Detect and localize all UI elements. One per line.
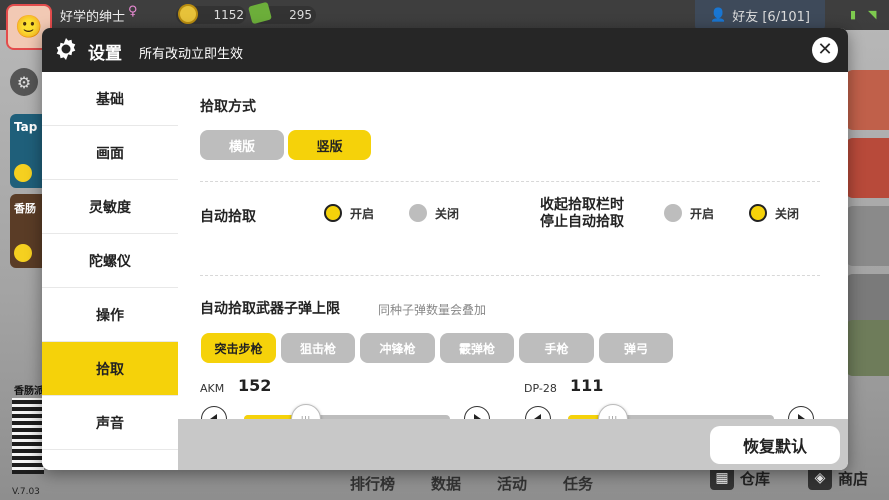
ammo-limit-title: 自动拾取武器子弹上限 — [200, 301, 340, 317]
weapon-value-akm: 152 — [238, 376, 272, 395]
cash-count: 295 — [289, 8, 312, 22]
section-divider — [200, 181, 820, 182]
reset-defaults-button[interactable]: 恢复默认 — [710, 426, 840, 464]
radio-checked-icon — [324, 204, 342, 222]
stop-auto-pickup-on-label: 开启 — [690, 206, 715, 221]
character-portrait-5 — [845, 320, 889, 376]
sidebar-item-sound[interactable]: 声音 — [42, 396, 178, 450]
settings-modal: 设置 所有改动立即生效 ✕ 基础 画面 灵敏度 陀螺仪 操作 拾取 声音 拾取方… — [42, 28, 848, 470]
sidebar-item-sensitivity[interactable]: 灵敏度 — [42, 180, 178, 234]
modal-subtitle: 所有改动立即生效 — [139, 47, 244, 62]
character-portrait-3 — [845, 206, 889, 266]
settings-gear-icon — [56, 38, 76, 60]
wifi-icon: ◥ — [868, 8, 877, 21]
player-name: 好学的绅士 — [60, 10, 126, 25]
modal-header: 设置 所有改动立即生效 ✕ — [42, 28, 848, 72]
character-portrait-1 — [845, 70, 889, 130]
character-portrait-2 — [845, 138, 889, 198]
shop-label: 商店 — [838, 469, 869, 488]
sausage-card-play-icon[interactable] — [14, 244, 32, 262]
stop-auto-pickup-title-line1: 收起拾取栏时 — [540, 197, 624, 213]
side-settings-gear-icon[interactable]: ⚙ — [10, 68, 38, 96]
stop-auto-pickup-on-radio[interactable]: 开启 — [664, 204, 714, 222]
gender-icon: ♀ — [128, 4, 138, 19]
taptap-card-play-icon[interactable] — [14, 164, 32, 182]
sidebar-item-gyroscope[interactable]: 陀螺仪 — [42, 234, 178, 288]
qr-code — [12, 398, 44, 474]
ammo-limit-hint: 同种子弹数量会叠加 — [378, 303, 487, 317]
weapon-name-akm: AKM — [200, 382, 225, 395]
stop-auto-pickup-off-radio[interactable]: 关闭 — [749, 204, 799, 222]
friends-icon: 👤 — [710, 7, 727, 23]
stop-auto-pickup-title-line2: 停止自动拾取 — [540, 214, 624, 230]
auto-pickup-on-label: 开启 — [350, 206, 375, 221]
modal-title: 设置 — [88, 44, 122, 64]
sausage-card-label: 香肠 — [14, 202, 36, 215]
friends-label: 好友 [6/101] — [732, 9, 810, 25]
pickup-mode-horizontal-option[interactable]: 横版 — [200, 130, 284, 160]
qr-label: 香肠派 — [14, 386, 44, 397]
nav-leaderboard[interactable]: 排行榜 — [350, 473, 395, 494]
modal-footer: 恢复默认 — [178, 419, 848, 470]
ammo-category-shotgun[interactable]: 霰弹枪 — [440, 333, 514, 363]
coin-icon — [178, 4, 198, 24]
pickup-mode-vertical-option[interactable]: 竖版 — [288, 130, 371, 160]
settings-sidebar: 基础 画面 灵敏度 陀螺仪 操作 拾取 声音 — [42, 72, 178, 470]
ammo-category-pistol[interactable]: 手枪 — [519, 333, 594, 363]
version-label: V.7.03 — [12, 487, 40, 497]
battery-icon: ▮ — [850, 8, 857, 21]
nav-stats[interactable]: 数据 — [431, 473, 461, 494]
friends-button[interactable]: 👤 好友 [6/101] — [695, 0, 825, 30]
sidebar-item-controls[interactable]: 操作 — [42, 288, 178, 342]
nav-events[interactable]: 活动 — [497, 473, 527, 494]
nav-tasks[interactable]: 任务 — [563, 473, 593, 494]
settings-content: 拾取方式 横版 竖版 自动拾取 开启 关闭 收起拾取栏时 停止自动拾取 开启 关… — [178, 72, 848, 434]
ammo-category-smg[interactable]: 冲锋枪 — [360, 333, 435, 363]
warehouse-label: 仓库 — [740, 469, 771, 488]
close-icon: ✕ — [817, 39, 833, 60]
auto-pickup-on-radio[interactable]: 开启 — [324, 204, 374, 222]
ammo-category-sniper[interactable]: 狙击枪 — [281, 333, 355, 363]
radio-unchecked-icon — [409, 204, 427, 222]
pickup-mode-title: 拾取方式 — [200, 99, 256, 115]
weapon-name-dp28: DP-28 — [524, 382, 557, 395]
sidebar-item-pickup[interactable]: 拾取 — [42, 342, 178, 396]
section-divider — [200, 275, 820, 276]
ammo-category-slingshot[interactable]: 弹弓 — [599, 333, 673, 363]
bottom-nav: 排行榜 数据 活动 任务 — [330, 466, 889, 500]
sidebar-item-graphics[interactable]: 画面 — [42, 126, 178, 180]
auto-pickup-off-radio[interactable]: 关闭 — [409, 204, 459, 222]
sidebar-item-basic[interactable]: 基础 — [42, 72, 178, 126]
close-button[interactable]: ✕ — [812, 37, 838, 63]
ammo-category-assault-rifle[interactable]: 突击步枪 — [201, 333, 276, 363]
taptap-card-label: Tap — [14, 120, 38, 134]
radio-checked-icon — [749, 204, 767, 222]
weapon-value-dp28: 111 — [570, 376, 604, 395]
radio-unchecked-icon — [664, 204, 682, 222]
stop-auto-pickup-title: 收起拾取栏时 停止自动拾取 — [540, 197, 624, 231]
coin-count: 1152 — [213, 8, 244, 22]
stop-auto-pickup-off-label: 关闭 — [775, 206, 800, 221]
auto-pickup-off-label: 关闭 — [435, 206, 460, 221]
auto-pickup-title: 自动拾取 — [200, 209, 256, 225]
